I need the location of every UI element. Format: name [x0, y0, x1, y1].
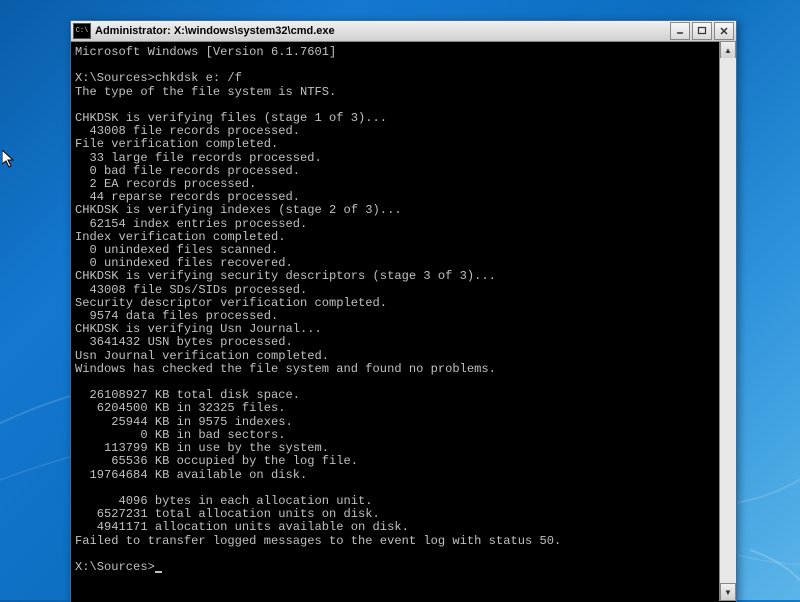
titlebar[interactable]: C:\ Administrator: X:\windows\system32\c…: [71, 21, 736, 42]
window-title: Administrator: X:\windows\system32\cmd.e…: [95, 25, 670, 37]
maximize-button[interactable]: [692, 22, 712, 40]
command-text: chkdsk e: /f: [155, 71, 242, 85]
console-header: Microsoft Windows [Version 6.1.7601]: [75, 45, 336, 59]
console-output[interactable]: Microsoft Windows [Version 6.1.7601] X:\…: [71, 42, 736, 602]
minimize-button[interactable]: [670, 22, 690, 40]
output-body: The type of the file system is NTFS. CHK…: [75, 85, 561, 548]
vertical-scrollbar[interactable]: ▲ ▼: [719, 41, 736, 601]
cursor: [155, 571, 162, 573]
scroll-up-button[interactable]: ▲: [720, 41, 736, 59]
scroll-track[interactable]: [720, 58, 736, 584]
cmd-icon: C:\: [73, 23, 91, 39]
scroll-down-button[interactable]: ▼: [720, 583, 736, 601]
prompt-final: X:\Sources>: [75, 560, 155, 574]
cmd-window: C:\ Administrator: X:\windows\system32\c…: [70, 20, 737, 602]
prompt: X:\Sources>: [75, 71, 155, 85]
close-button[interactable]: [714, 22, 734, 40]
